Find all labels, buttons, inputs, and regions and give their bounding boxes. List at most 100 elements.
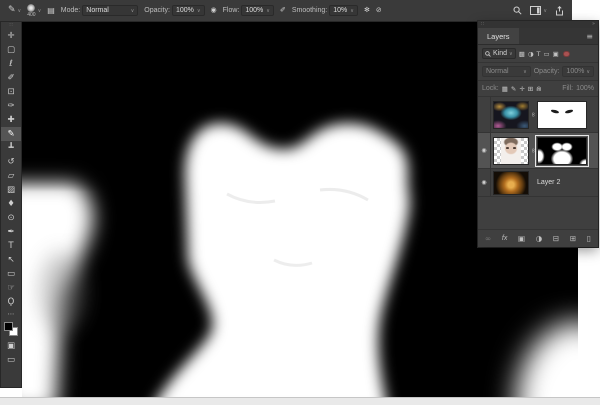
tool-preset-picker[interactable]: ✎ ∨ — [8, 6, 21, 15]
clone-stamp-icon: ┻ — [8, 142, 14, 153]
tool-rectangle-shape[interactable]: ▭ — [1, 267, 21, 281]
delete-layer-icon[interactable]: ▯ — [587, 234, 591, 243]
color-swatches[interactable] — [4, 322, 18, 336]
panel-title-strip[interactable]: ∷ » — [478, 21, 598, 28]
toolbar-more-tools[interactable]: ⋯ — [1, 309, 21, 319]
chevron-down-icon: ∨ — [130, 7, 135, 14]
pressure-opacity-icon[interactable]: ◉ — [211, 7, 217, 14]
layer-blend-mode-value: Normal — [486, 68, 509, 75]
opacity-value: 100% — [175, 7, 194, 14]
airbrush-icon[interactable]: ✐ — [280, 7, 286, 14]
pressure-size-icon[interactable]: ⊘ — [376, 7, 382, 14]
visibility-toggle[interactable]: ◉ — [478, 169, 491, 196]
filter-kind-select[interactable]: Kind ∨ — [482, 48, 516, 59]
layer-thumbnail-face[interactable] — [493, 136, 529, 165]
layer-filtering-toggle[interactable] — [562, 50, 570, 57]
blend-mode-select[interactable]: Normal ∨ — [82, 5, 139, 16]
new-layer-icon[interactable]: ⊞ — [570, 234, 576, 243]
adjustment-layer-icon[interactable]: ◑ — [536, 234, 543, 243]
layer-row-face[interactable]: ◉ ∞ — [478, 133, 598, 169]
marquee-icon: ▢ — [6, 44, 16, 55]
opacity-select[interactable]: 100% ∨ — [171, 5, 205, 16]
chevron-down-icon: ∨ — [266, 7, 270, 14]
brush-settings-panel-toggle[interactable]: ▤ — [47, 6, 55, 15]
tool-gradient[interactable]: ▨ — [1, 183, 21, 197]
brush-tool-icon: ✎ — [8, 5, 16, 15]
filter-adjustment-layers-icon[interactable]: ◑ — [528, 50, 534, 58]
foreground-color-swatch[interactable] — [4, 322, 13, 331]
tool-brush[interactable]: ✎ — [1, 127, 21, 141]
layers-tab-label: Layers — [487, 31, 510, 41]
layer-row-layer2[interactable]: ◉ Layer 2 — [478, 169, 598, 197]
panel-menu-icon[interactable]: ≡ — [581, 32, 598, 41]
layer-blend-mode-select[interactable]: Normal ∨ — [482, 66, 531, 77]
tab-layers[interactable]: Layers — [478, 28, 519, 44]
lock-paint-icon[interactable]: ✎ — [511, 85, 516, 93]
search-icon[interactable] — [513, 6, 522, 15]
tool-clone-stamp[interactable]: ┻ — [1, 141, 21, 155]
visibility-toggle[interactable] — [478, 97, 491, 132]
shape-icon: ▭ — [6, 268, 16, 279]
layer-thumbnail-lion[interactable] — [493, 170, 529, 195]
tool-hand[interactable]: ☞ — [1, 281, 21, 295]
new-group-icon[interactable]: ⊟ — [553, 234, 559, 243]
tool-eraser[interactable]: ▱ — [1, 169, 21, 183]
window-bottom-edge — [0, 397, 600, 405]
filter-type-layers-icon[interactable]: T — [537, 50, 541, 58]
brush-tip-icon — [27, 3, 36, 12]
layer-opacity-label: Opacity: — [533, 68, 560, 75]
tool-zoom[interactable]: Ϙ — [1, 295, 21, 309]
chevron-down-icon: ∨ — [196, 7, 201, 14]
filter-shape-layers-icon[interactable]: ▭ — [544, 50, 550, 58]
layer-style-icon[interactable]: fx — [502, 235, 507, 242]
history-brush-icon: ↺ — [7, 156, 15, 167]
tool-screen-mode[interactable]: ▭ — [1, 353, 21, 367]
share-icon[interactable] — [555, 5, 564, 16]
layer-filter-row: Kind ∨ ▩ ◑ T ▭ ▣ — [478, 45, 598, 63]
workspace-switcher[interactable]: ∨ — [530, 6, 547, 15]
layer-opacity-select[interactable]: 100% ∨ — [562, 66, 594, 77]
fill-value: 100% — [576, 85, 594, 92]
layer-mask-thumbnail-white[interactable] — [537, 100, 587, 129]
tool-rectangular-marquee[interactable]: ▢ — [1, 43, 21, 57]
tool-pen[interactable]: ✒ — [1, 225, 21, 239]
gradient-icon: ▨ — [6, 184, 16, 195]
layer-thumbnail-masquerade[interactable] — [493, 100, 529, 129]
tool-quick-mask[interactable]: ▣ — [1, 339, 21, 353]
tool-history-brush[interactable]: ↺ — [1, 155, 21, 169]
tool-type[interactable]: T — [1, 239, 21, 253]
layer-mask-thumbnail-bust[interactable] — [537, 136, 587, 165]
toolbar-drag-handle[interactable]: ∷ — [1, 22, 21, 29]
tool-blur[interactable]: ♦ — [1, 197, 21, 211]
tool-eyedropper[interactable]: ✑ — [1, 99, 21, 113]
filter-pixel-layers-icon[interactable]: ▩ — [519, 50, 525, 58]
chevron-down-icon: ∨ — [586, 68, 590, 75]
visibility-toggle[interactable]: ◉ — [478, 133, 491, 168]
tool-crop[interactable]: ⊡ — [1, 85, 21, 99]
tool-spot-healing-brush[interactable]: ✚ — [1, 113, 21, 127]
tool-quick-selection[interactable]: ✐ — [1, 71, 21, 85]
panel-tab-bar: Layers ≡ — [478, 28, 598, 45]
brush-preset-picker[interactable]: 400 ∨ — [27, 3, 42, 18]
lock-artboard-icon[interactable]: ⊞ — [528, 85, 533, 93]
lock-transparency-icon[interactable]: ▦ — [502, 85, 508, 93]
tool-dodge[interactable]: ⊙ — [1, 211, 21, 225]
smoothing-gear-icon[interactable]: ✻ — [364, 7, 370, 14]
add-layer-mask-icon[interactable]: ▣ — [518, 234, 525, 243]
tool-path-selection[interactable]: ↖ — [1, 253, 21, 267]
smoothing-select[interactable]: 10% ∨ — [329, 5, 358, 16]
filter-smart-objects-icon[interactable]: ▣ — [553, 50, 559, 58]
layer-row-masquerade[interactable]: ∞ — [478, 97, 598, 133]
tool-move[interactable]: ✛ — [1, 29, 21, 43]
tool-lasso[interactable]: ℓ — [1, 57, 21, 71]
link-layers-icon[interactable]: ∞ — [485, 234, 491, 243]
blend-mode-value: Normal — [86, 7, 109, 14]
chevron-down-icon: ∨ — [37, 7, 42, 14]
lock-position-icon[interactable]: ✛ — [519, 85, 524, 93]
quick-selection-icon: ✐ — [7, 72, 15, 83]
flow-select[interactable]: 100% ∨ — [241, 5, 274, 16]
dodge-icon: ⊙ — [7, 212, 15, 223]
panel-collapse-icon[interactable]: » — [592, 22, 595, 27]
lock-all-icon[interactable]: ⋒ — [536, 85, 541, 93]
mask-link-icon: ∞ — [529, 148, 537, 153]
